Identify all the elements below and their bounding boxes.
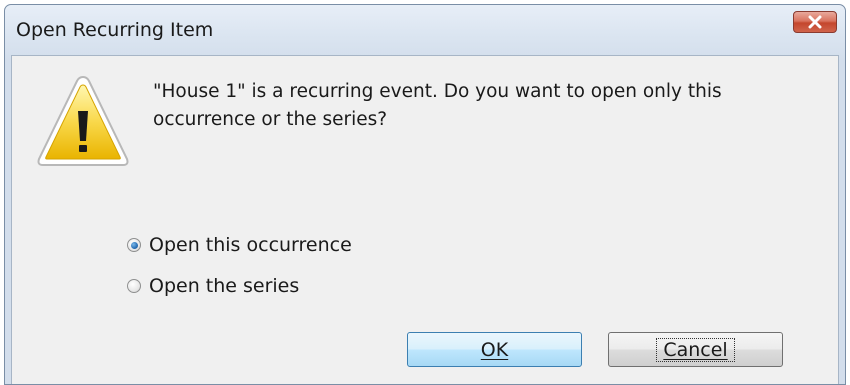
cancel-button[interactable]: Cancel [608,332,783,367]
warning-icon [37,75,129,166]
close-button[interactable] [793,11,837,33]
dialog-message: "House 1" is a recurring event. Do you w… [153,81,722,130]
window-title: Open Recurring Item [16,19,214,41]
dialog-body: "House 1" is a recurring event. Do you w… [11,55,839,384]
ok-label: OK [480,338,509,361]
option-open-occurrence[interactable]: Open this occurrence [127,234,352,256]
radio-button-checked[interactable] [127,238,141,252]
ok-button-inner: OK [474,338,515,362]
title-bar[interactable]: Open Recurring Item [5,5,845,59]
ok-button[interactable]: OK [407,332,582,367]
close-icon [808,15,822,29]
radio-dot [130,241,138,249]
radio-button[interactable] [127,279,141,293]
option-label: Open the series [149,275,300,297]
option-label: Open this occurrence [149,234,352,256]
option-open-series[interactable]: Open the series [127,275,299,297]
cancel-button-inner: Cancel [656,337,735,362]
cancel-label: Cancel [663,338,728,361]
dialog-window: Open Recurring Item "House 1" is a recur… [4,4,846,385]
